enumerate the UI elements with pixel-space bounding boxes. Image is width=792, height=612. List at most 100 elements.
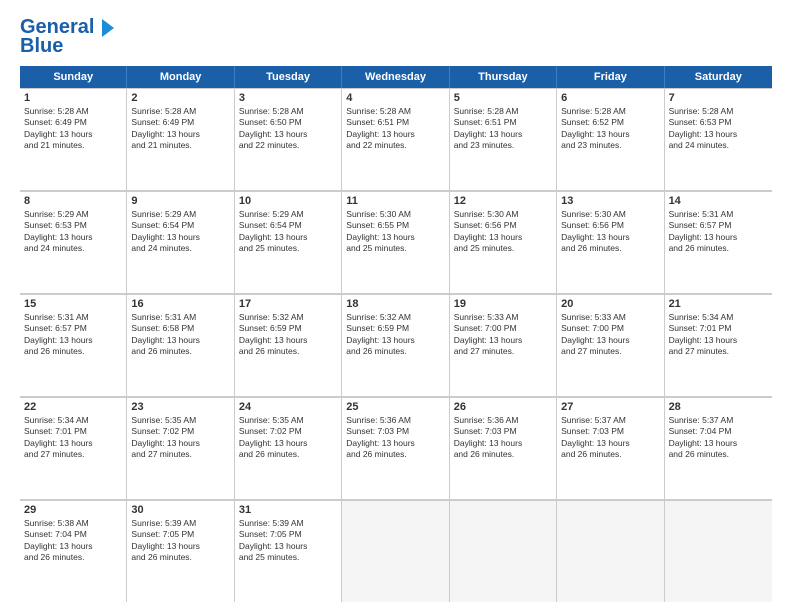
day-info-line: Sunset: 7:03 PM [346,426,444,437]
day-info-line: Daylight: 13 hours [131,335,229,346]
calendar-day-1: 1Sunrise: 5:28 AMSunset: 6:49 PMDaylight… [20,88,127,190]
day-info-line: Sunrise: 5:28 AM [561,106,659,117]
header-day-sunday: Sunday [20,66,127,88]
day-info-line: and 24 minutes. [669,140,768,151]
day-info-line: and 27 minutes. [454,346,552,357]
day-info-line: Sunrise: 5:28 AM [454,106,552,117]
day-info-line: Sunset: 7:03 PM [561,426,659,437]
day-info-line: Sunset: 7:02 PM [131,426,229,437]
day-number: 27 [561,401,659,413]
day-info-line: and 26 minutes. [669,449,768,460]
day-info-line: and 25 minutes. [239,552,337,563]
day-info-line: Sunrise: 5:31 AM [131,312,229,323]
day-number: 2 [131,92,229,104]
day-info-line: Sunset: 6:50 PM [239,117,337,128]
day-info-line: Sunset: 7:00 PM [454,323,552,334]
day-info-line: Sunset: 6:56 PM [561,220,659,231]
day-info-line: Daylight: 13 hours [24,541,122,552]
calendar-header: SundayMondayTuesdayWednesdayThursdayFrid… [20,66,772,88]
day-info-line: Sunset: 6:57 PM [669,220,768,231]
calendar: SundayMondayTuesdayWednesdayThursdayFrid… [20,66,772,602]
day-info-line: Daylight: 13 hours [669,129,768,140]
day-info-line: and 26 minutes. [131,346,229,357]
day-number: 19 [454,298,552,310]
day-info-line: Sunrise: 5:34 AM [24,415,122,426]
calendar-empty-cell [665,500,772,602]
day-info-line: Sunset: 7:03 PM [454,426,552,437]
day-number: 30 [131,504,229,516]
day-number: 31 [239,504,337,516]
day-info-line: Sunset: 6:55 PM [346,220,444,231]
day-info-line: Sunrise: 5:36 AM [454,415,552,426]
day-info-line: Daylight: 13 hours [346,438,444,449]
day-info-line: Sunrise: 5:35 AM [239,415,337,426]
day-info-line: Sunset: 6:49 PM [24,117,122,128]
calendar-empty-cell [557,500,664,602]
logo-icon [94,17,116,39]
day-info-line: Sunset: 6:59 PM [239,323,337,334]
calendar-day-9: 9Sunrise: 5:29 AMSunset: 6:54 PMDaylight… [127,191,234,293]
day-info-line: Sunset: 7:00 PM [561,323,659,334]
day-number: 26 [454,401,552,413]
calendar-row-4: 22Sunrise: 5:34 AMSunset: 7:01 PMDayligh… [20,397,772,500]
day-info-line: and 26 minutes. [239,346,337,357]
day-info-line: Sunset: 7:02 PM [239,426,337,437]
day-info-line: Sunset: 7:01 PM [24,426,122,437]
day-info-line: and 23 minutes. [454,140,552,151]
day-info-line: Daylight: 13 hours [669,335,768,346]
day-info-line: Daylight: 13 hours [454,232,552,243]
calendar-day-7: 7Sunrise: 5:28 AMSunset: 6:53 PMDaylight… [665,88,772,190]
day-info-line: Daylight: 13 hours [346,232,444,243]
day-info-line: and 26 minutes. [24,552,122,563]
day-info-line: Daylight: 13 hours [454,129,552,140]
day-number: 23 [131,401,229,413]
calendar-day-10: 10Sunrise: 5:29 AMSunset: 6:54 PMDayligh… [235,191,342,293]
day-info-line: Daylight: 13 hours [669,438,768,449]
day-info-line: Sunset: 6:51 PM [454,117,552,128]
day-info-line: Daylight: 13 hours [24,129,122,140]
day-number: 12 [454,195,552,207]
day-info-line: and 27 minutes. [669,346,768,357]
day-info-line: and 26 minutes. [24,346,122,357]
calendar-day-17: 17Sunrise: 5:32 AMSunset: 6:59 PMDayligh… [235,294,342,396]
day-info-line: Daylight: 13 hours [131,232,229,243]
day-number: 29 [24,504,122,516]
day-info-line: Sunrise: 5:37 AM [669,415,768,426]
calendar-day-15: 15Sunrise: 5:31 AMSunset: 6:57 PMDayligh… [20,294,127,396]
calendar-day-13: 13Sunrise: 5:30 AMSunset: 6:56 PMDayligh… [557,191,664,293]
day-info-line: Sunrise: 5:39 AM [131,518,229,529]
day-info-line: Daylight: 13 hours [561,232,659,243]
day-info-line: Sunset: 7:05 PM [131,529,229,540]
day-info-line: Sunset: 7:04 PM [669,426,768,437]
day-info-line: Daylight: 13 hours [561,335,659,346]
day-info-line: Sunrise: 5:33 AM [454,312,552,323]
header-day-friday: Friday [557,66,664,88]
calendar-empty-cell [342,500,449,602]
day-info-line: Daylight: 13 hours [131,541,229,552]
day-info-line: Sunrise: 5:28 AM [131,106,229,117]
day-info-line: Sunrise: 5:31 AM [24,312,122,323]
logo-blue: Blue [20,35,63,58]
day-number: 1 [24,92,122,104]
day-info-line: and 23 minutes. [561,140,659,151]
day-info-line: Sunset: 6:53 PM [24,220,122,231]
day-info-line: Daylight: 13 hours [239,232,337,243]
calendar-day-22: 22Sunrise: 5:34 AMSunset: 7:01 PMDayligh… [20,397,127,499]
day-number: 8 [24,195,122,207]
day-info-line: Sunrise: 5:32 AM [346,312,444,323]
header-day-tuesday: Tuesday [235,66,342,88]
day-info-line: Daylight: 13 hours [24,335,122,346]
day-number: 13 [561,195,659,207]
calendar-day-23: 23Sunrise: 5:35 AMSunset: 7:02 PMDayligh… [127,397,234,499]
calendar-empty-cell [450,500,557,602]
day-info-line: Sunset: 6:59 PM [346,323,444,334]
day-info-line: and 21 minutes. [131,140,229,151]
calendar-day-8: 8Sunrise: 5:29 AMSunset: 6:53 PMDaylight… [20,191,127,293]
day-number: 24 [239,401,337,413]
day-info-line: and 26 minutes. [346,346,444,357]
calendar-day-11: 11Sunrise: 5:30 AMSunset: 6:55 PMDayligh… [342,191,449,293]
calendar-row-3: 15Sunrise: 5:31 AMSunset: 6:57 PMDayligh… [20,294,772,397]
day-info-line: Daylight: 13 hours [454,335,552,346]
calendar-day-6: 6Sunrise: 5:28 AMSunset: 6:52 PMDaylight… [557,88,664,190]
day-info-line: Sunset: 7:05 PM [239,529,337,540]
